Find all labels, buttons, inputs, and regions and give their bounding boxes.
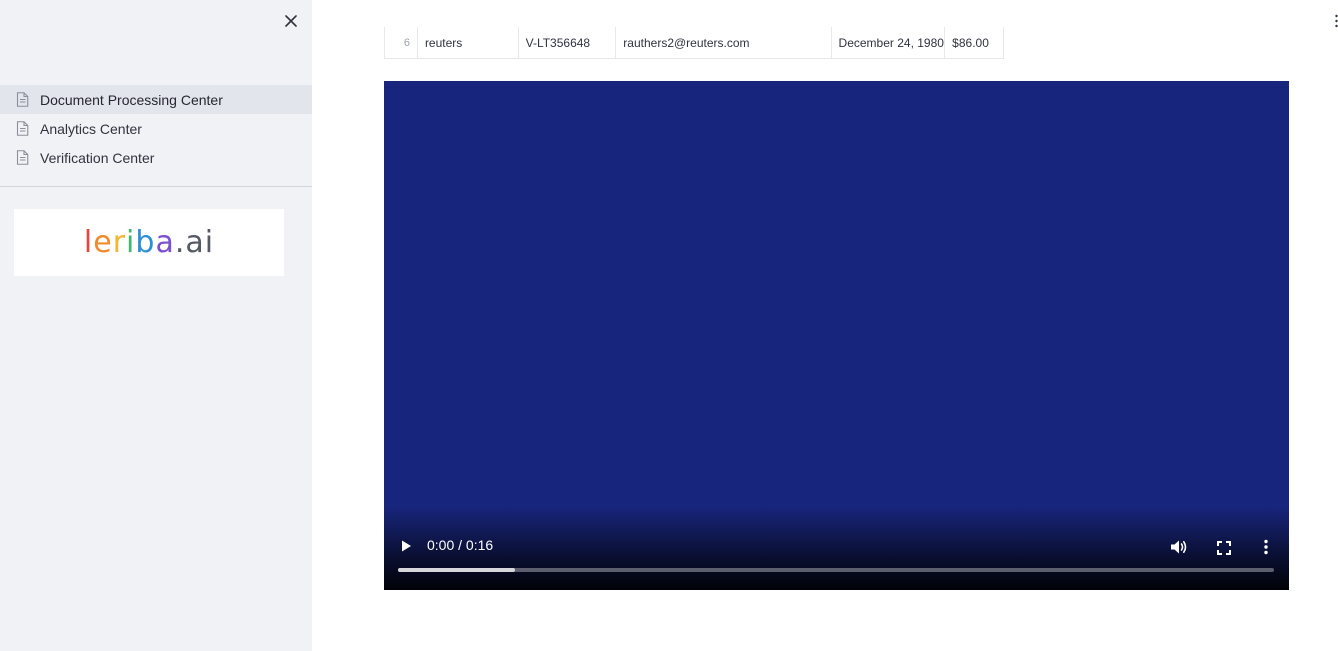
sidebar-nav: Document Processing Center Analytics Cen… [0,85,312,172]
sidebar-item-verification-center[interactable]: Verification Center [0,143,312,172]
sidebar-item-analytics-center[interactable]: Analytics Center [0,114,312,143]
video-player[interactable]: 0:00 / 0:16 [384,81,1289,590]
sidebar-item-label: Verification Center [40,149,155,166]
video-time: 0:00 / 0:16 [427,537,494,553]
app: Document Processing Center Analytics Cen… [0,0,1338,651]
cell-amount: $86.00 [952,35,989,50]
sidebar-item-document-processing-center[interactable]: Document Processing Center [0,85,312,114]
row-index: 6 [385,27,418,58]
logo-text: leriba.ai [83,225,215,260]
table-row: 6 reuters V-LT356648 rauthers2@reuters.c… [384,27,1004,59]
sidebar: Document Processing Center Analytics Cen… [0,0,312,651]
close-icon [285,12,297,31]
more-options-icon[interactable] [1264,539,1268,555]
sidebar-item-label: Document Processing Center [40,91,223,108]
cell-code: V-LT356648 [519,27,617,58]
volume-icon[interactable] [1170,539,1188,555]
document-icon [16,91,31,108]
logo: leriba.ai [14,209,284,276]
cell-name: reuters [418,27,519,58]
video-controls-overlay [384,506,1289,590]
video-progress-buffered [398,568,515,572]
cell-date: December 24, 1980 [832,27,946,58]
sidebar-divider [0,186,312,187]
video-progress-bar[interactable] [398,568,1274,572]
main-content: 6 reuters V-LT356648 rauthers2@reuters.c… [312,0,1338,651]
cell-email: rauthers2@reuters.com [616,27,832,58]
document-icon [16,149,31,166]
play-icon[interactable] [398,538,414,554]
close-sidebar-button[interactable] [280,10,302,32]
sidebar-item-label: Analytics Center [40,120,142,137]
fullscreen-icon[interactable] [1217,540,1231,555]
document-icon [16,120,31,137]
